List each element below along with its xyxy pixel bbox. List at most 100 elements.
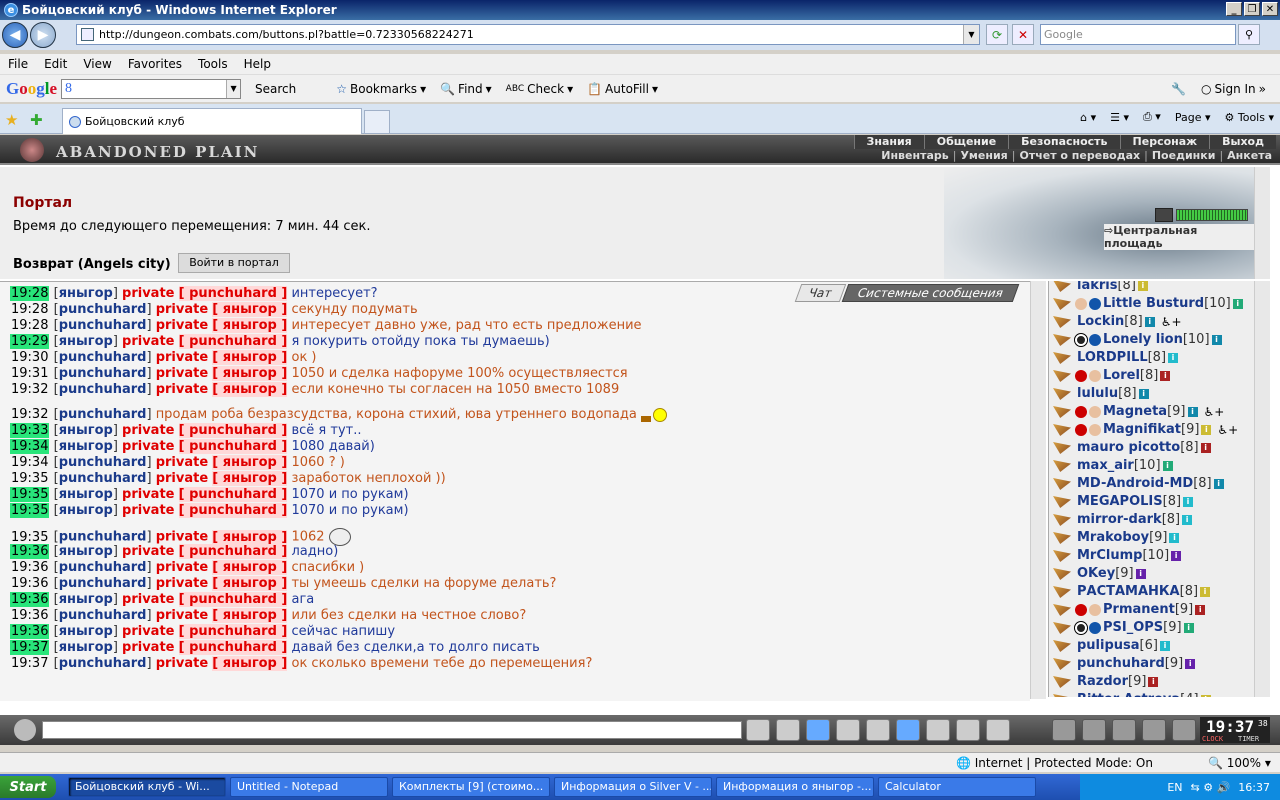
search-icon[interactable]: ⚲ [1238,24,1260,45]
private-recipient[interactable]: [ яныгор ] [212,350,288,365]
menu-item-file[interactable]: File [8,57,28,71]
user-name[interactable]: pulipusa [1077,637,1140,655]
menu-item-favorites[interactable]: Favorites [128,57,182,71]
user-info-icon[interactable]: i [1159,641,1170,651]
user-info-icon[interactable]: i [1183,623,1194,633]
user-name[interactable]: Lockin [1077,313,1124,331]
user-info-icon[interactable]: i [1144,317,1155,327]
private-arrow-icon[interactable] [1053,694,1071,697]
sender-name[interactable]: punchuhard [59,576,147,591]
clan-icon[interactable] [1089,298,1101,310]
user-info-icon[interactable]: i [1200,695,1211,697]
private-arrow-icon[interactable] [1053,352,1071,364]
maximize-button[interactable]: ❐ [1244,2,1260,16]
zoom-level[interactable]: 🔍 100% ▾ [1208,756,1271,770]
sender-name[interactable]: punchuhard [59,560,147,575]
taskbar-item[interactable]: Calculator [878,777,1036,797]
check-button[interactable]: ABC Check ▾ [506,82,573,96]
user-name[interactable]: Lorel [1103,367,1140,385]
tab-chat[interactable]: Чат [795,284,847,302]
user-name[interactable]: lululu [1077,385,1118,403]
sender-name[interactable]: яныгор [59,503,113,518]
user-info-icon[interactable]: i [1148,677,1159,687]
private-arrow-icon[interactable] [1053,316,1071,328]
smiley-icon[interactable] [956,719,980,741]
fist-icon[interactable] [1052,719,1076,741]
user-name[interactable]: Razdor [1077,673,1128,691]
user-info-icon[interactable]: i [1137,281,1148,291]
private-recipient[interactable]: [ punchuhard ] [178,544,288,559]
menu-item-view[interactable]: View [83,57,111,71]
sender-name[interactable]: яныгор [59,624,113,639]
signin-button[interactable]: 🔧 ○ Sign In » [1171,82,1266,96]
helmet-icon[interactable] [986,719,1010,741]
sender-name[interactable]: punchuhard [59,350,147,365]
nav-bottom-item[interactable]: Отчет о переводах [1015,149,1144,163]
private-recipient[interactable]: [ яныгор ] [212,576,288,591]
private-arrow-icon[interactable] [1053,532,1071,544]
tab-system-messages[interactable]: Системные сообщения [841,284,1020,302]
user-name[interactable]: Ritter Astreya [1077,691,1180,697]
clan-icon[interactable] [1089,622,1101,634]
back-button[interactable]: ◀ [2,22,28,48]
clan-icon[interactable] [1089,406,1101,418]
google-search-input[interactable]: Google [1040,24,1236,45]
user-name[interactable]: mirror-dark [1077,511,1162,529]
userlist-scrollbar[interactable] [1254,281,1270,697]
sender-name[interactable]: punchuhard [59,366,147,381]
user-info-icon[interactable]: i [1200,443,1211,453]
bookmarks-button[interactable]: ☆ Bookmarks ▾ [336,82,426,96]
chat-input[interactable] [42,721,742,739]
minimize-button[interactable]: _ [1226,2,1242,16]
taskbar-item[interactable]: Untitled - Notepad [230,777,388,797]
taskbar-item[interactable]: Информация о Silver V - ... [554,777,712,797]
sender-name[interactable]: яныгор [59,487,113,502]
user-info-icon[interactable]: i [1135,569,1146,579]
private-arrow-icon[interactable] [1053,550,1071,562]
user-info-icon[interactable]: i [1211,335,1222,345]
private-arrow-icon[interactable] [1053,478,1071,490]
nav-top-item[interactable]: Безопасность [1008,135,1119,149]
quill-icon[interactable] [1082,719,1106,741]
start-button[interactable]: Start [0,776,56,798]
new-tab-button[interactable] [364,110,390,134]
user-name[interactable]: Magneta [1103,403,1167,421]
taskbar-item[interactable]: Бойцовский клуб - Wi... [68,777,226,797]
fight-icon[interactable] [866,719,890,741]
exit-icon[interactable] [1172,719,1196,741]
private-arrow-icon[interactable] [1053,388,1071,400]
autofill-button[interactable]: 📋 AutoFill ▾ [587,82,658,96]
sender-name[interactable]: punchuhard [59,382,147,397]
private-arrow-icon[interactable] [1053,676,1071,688]
language-indicator[interactable]: EN [1167,781,1182,794]
forward-button[interactable]: ▶ [30,22,56,48]
user-info-icon[interactable]: i [1171,551,1182,561]
nav-bottom-item[interactable]: Умения [956,149,1011,163]
sender-name[interactable]: яныгор [59,286,113,301]
private-recipient[interactable]: [ яныгор ] [212,656,288,671]
user-info-icon[interactable]: i [1213,479,1224,489]
add-friend-icon[interactable]: ♿+ [1161,313,1182,331]
user-name[interactable]: PSI_OPS [1103,619,1163,637]
nav-top-item[interactable]: Выход [1209,135,1276,149]
private-recipient[interactable]: [ яныгор ] [212,455,288,470]
dropdown-icon[interactable]: ▼ [226,79,241,98]
private-recipient[interactable]: [ яныгор ] [212,471,288,486]
user-name[interactable]: punchuhard [1077,655,1165,673]
add-friend-icon[interactable]: ♿+ [1217,421,1238,439]
sender-name[interactable]: яныгор [59,544,113,559]
user-name[interactable]: OKey [1077,565,1115,583]
private-recipient[interactable]: [ яныгор ] [212,529,288,545]
private-arrow-icon[interactable] [1053,334,1071,346]
private-recipient[interactable]: [ punchuhard ] [178,592,288,607]
google-search-button[interactable]: Search [255,82,296,96]
taskbar-item[interactable]: Информация о яныгор -... [716,777,874,797]
user-name[interactable]: Magnifikat [1103,421,1181,439]
google-toolbar-search-input[interactable]: 8 ▼ [61,78,242,99]
filter-icon[interactable] [806,719,830,741]
menu-item-help[interactable]: Help [244,57,271,71]
print-icon[interactable]: ⎙ ▾ [1143,110,1161,124]
sender-name[interactable]: punchuhard [59,656,147,671]
clock-label[interactable]: CLOCK [1202,735,1223,743]
user-info-icon[interactable]: i [1183,497,1194,507]
